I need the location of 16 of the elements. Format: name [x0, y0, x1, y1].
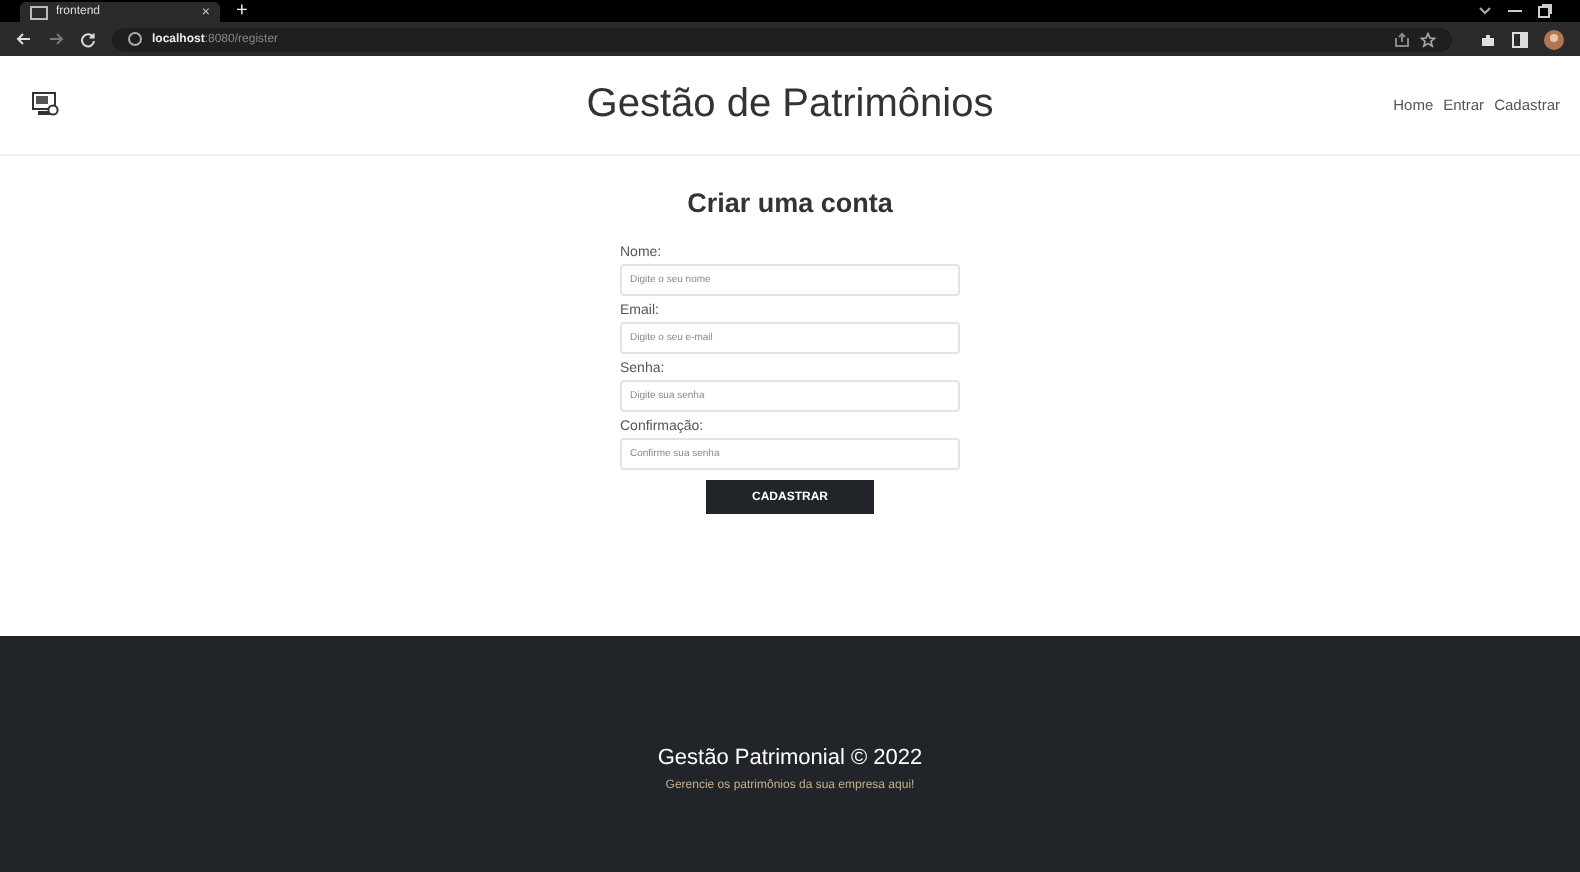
avatar-icon[interactable] — [1544, 29, 1564, 49]
chevron-icon[interactable] — [1478, 6, 1492, 16]
forward-icon[interactable] — [48, 32, 64, 46]
back-icon[interactable] — [16, 32, 32, 46]
reload-icon[interactable] — [80, 31, 96, 47]
star-icon[interactable] — [1420, 31, 1436, 47]
sidebar-icon[interactable] — [1512, 31, 1528, 47]
page-icon — [30, 5, 48, 19]
share-icon[interactable] — [1394, 31, 1410, 47]
restore-icon[interactable] — [1538, 4, 1552, 18]
new-tab-button[interactable]: + — [236, 2, 248, 22]
footer-title: Gestão Patrimonial © 2022 — [657, 745, 923, 769]
computer-search-icon[interactable] — [32, 92, 60, 118]
site-title: Gestão de Patrimônios — [586, 82, 994, 128]
form-title: Criar uma conta — [687, 188, 893, 218]
minimize-icon[interactable] — [1508, 8, 1522, 14]
